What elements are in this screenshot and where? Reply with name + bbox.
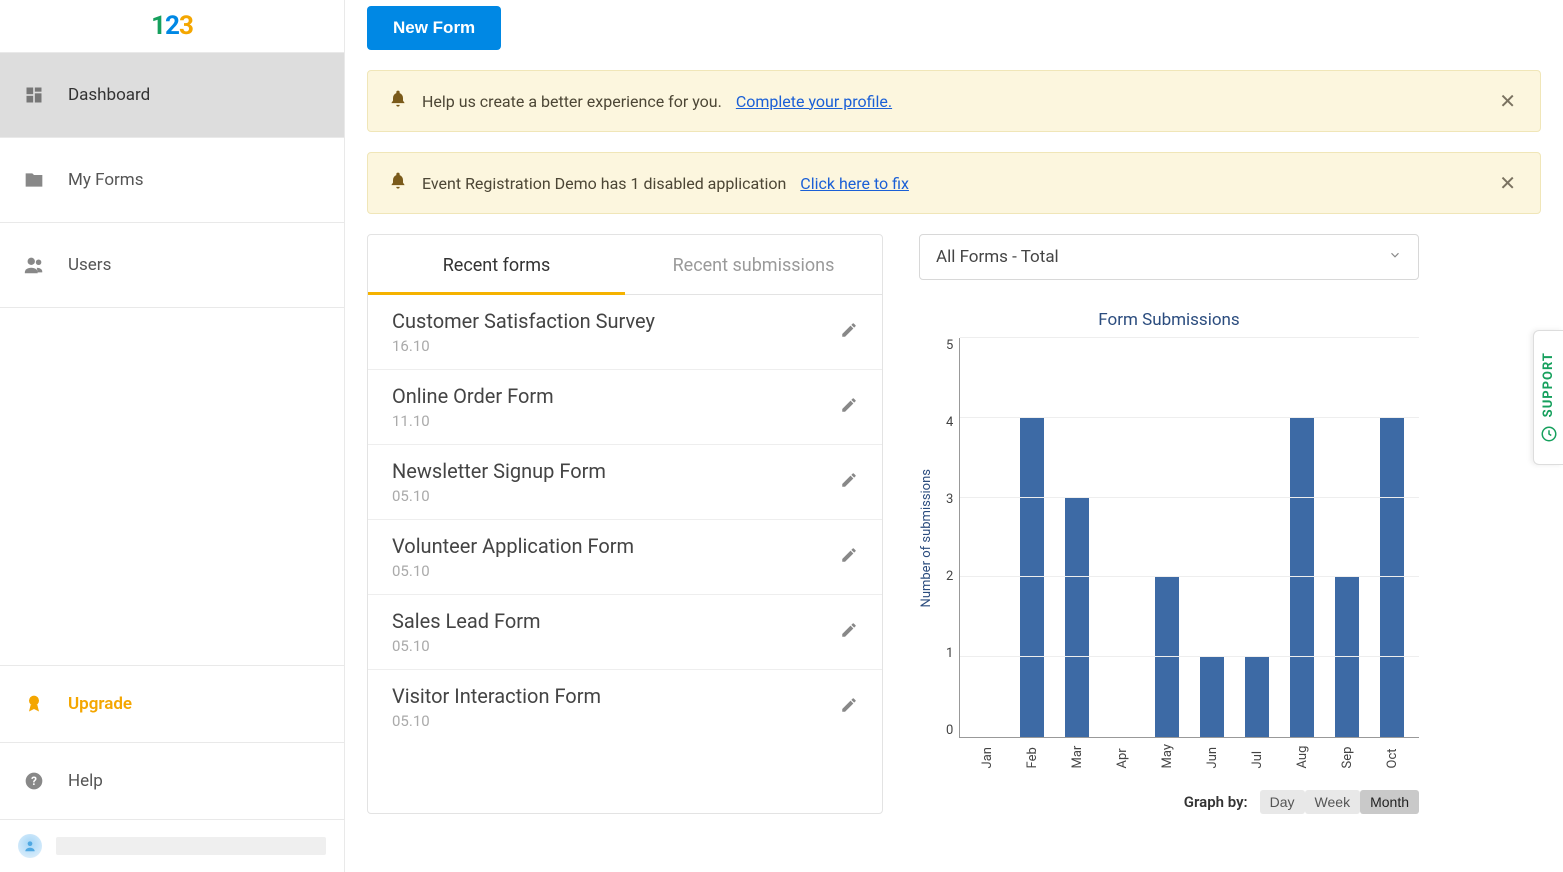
form-row[interactable]: Newsletter Signup Form 05.10: [368, 444, 882, 519]
form-title: Sales Lead Form: [392, 609, 828, 633]
x-tick: Mar: [1070, 744, 1085, 768]
form-title: Volunteer Application Form: [392, 534, 828, 558]
chart-title: Form Submissions: [919, 310, 1419, 330]
sidebar-item-users[interactable]: Users: [0, 223, 344, 308]
x-tick: Oct: [1385, 744, 1400, 768]
banner-text: Event Registration Demo has 1 disabled a…: [422, 174, 786, 193]
form-row[interactable]: Online Order Form 11.10: [368, 369, 882, 444]
forms-filter-dropdown[interactable]: All Forms - Total: [919, 234, 1419, 280]
y-tick: 3: [946, 492, 953, 507]
sidebar-item-label: Dashboard: [68, 85, 150, 105]
graph-by-controls: Graph by: DayWeekMonth: [919, 790, 1419, 814]
pencil-icon[interactable]: [840, 396, 858, 418]
chart-bar: [1065, 498, 1089, 737]
recent-panel: Recent forms Recent submissions Customer…: [367, 234, 883, 814]
close-icon[interactable]: ✕: [1495, 87, 1520, 115]
form-date: 05.10: [392, 562, 828, 580]
chart-panel: All Forms - Total Form Submissions Numbe…: [919, 234, 1419, 814]
dropdown-selected: All Forms - Total: [936, 247, 1059, 267]
sidebar-item-label: Users: [68, 255, 111, 275]
chart-bar: [1200, 657, 1224, 737]
tab-recent-forms[interactable]: Recent forms: [368, 235, 625, 295]
x-tick: Aug: [1295, 744, 1310, 768]
graph-range-month[interactable]: Month: [1360, 790, 1419, 814]
support-tab[interactable]: SUPPORT: [1533, 330, 1563, 465]
pencil-icon[interactable]: [840, 696, 858, 718]
graph-range-day[interactable]: Day: [1260, 790, 1305, 814]
pencil-icon[interactable]: [840, 546, 858, 568]
x-tick: Sep: [1340, 744, 1355, 768]
chart-bar: [1245, 657, 1269, 737]
chart-bar: [1290, 418, 1314, 737]
sidebar-item-label: My Forms: [68, 170, 143, 190]
y-tick: 5: [946, 338, 953, 353]
banner-text: Help us create a better experience for y…: [422, 92, 722, 111]
help-icon: ?: [22, 769, 46, 793]
form-title: Visitor Interaction Form: [392, 684, 828, 708]
chart-bar: [1155, 577, 1179, 737]
x-tick: Apr: [1115, 744, 1130, 768]
support-label: SUPPORT: [1541, 352, 1556, 417]
svg-text:?: ?: [31, 774, 37, 788]
sidebar-item-my-forms[interactable]: My Forms: [0, 138, 344, 223]
folder-icon: [22, 168, 46, 192]
sidebar-item-dashboard[interactable]: Dashboard: [0, 53, 344, 138]
submissions-chart: Number of submissions 5 4 3 2 1 0: [919, 338, 1419, 738]
user-menu[interactable]: [0, 820, 344, 872]
y-tick: 1: [946, 646, 953, 661]
form-title: Online Order Form: [392, 384, 828, 408]
chevron-down-icon: [1388, 247, 1402, 267]
pencil-icon[interactable]: [840, 471, 858, 493]
form-row[interactable]: Visitor Interaction Form 05.10: [368, 669, 882, 744]
bell-icon: [388, 171, 408, 195]
bell-icon: [388, 89, 408, 113]
banner-link-complete-profile[interactable]: Complete your profile.: [736, 92, 892, 111]
x-tick: Jul: [1250, 744, 1265, 768]
users-icon: [22, 253, 46, 277]
logo: 123: [0, 0, 344, 53]
sidebar-item-label: Upgrade: [68, 694, 132, 714]
banner-disabled-application: Event Registration Demo has 1 disabled a…: [367, 152, 1541, 214]
user-name-placeholder: [56, 837, 326, 855]
y-tick: 4: [946, 415, 953, 430]
graph-by-label: Graph by:: [1184, 793, 1248, 811]
dashboard-icon: [22, 83, 46, 107]
y-axis-label: Number of submissions: [919, 469, 934, 607]
form-row[interactable]: Sales Lead Form 05.10: [368, 594, 882, 669]
x-tick: Jan: [980, 744, 995, 768]
chart-bar: [1020, 418, 1044, 737]
form-row[interactable]: Customer Satisfaction Survey 16.10: [368, 295, 882, 369]
form-title: Newsletter Signup Form: [392, 459, 828, 483]
form-title: Customer Satisfaction Survey: [392, 309, 828, 333]
banner-link-fix[interactable]: Click here to fix: [800, 174, 909, 193]
y-tick: 0: [946, 723, 953, 738]
form-row[interactable]: Volunteer Application Form 05.10: [368, 519, 882, 594]
close-icon[interactable]: ✕: [1495, 169, 1520, 197]
y-tick: 2: [946, 569, 953, 584]
form-date: 11.10: [392, 412, 828, 430]
form-date: 16.10: [392, 337, 828, 355]
sidebar-item-label: Help: [68, 771, 103, 791]
form-date: 05.10: [392, 637, 828, 655]
sidebar-item-help[interactable]: ? Help: [0, 743, 344, 820]
form-date: 05.10: [392, 712, 828, 730]
form-date: 05.10: [392, 487, 828, 505]
headset-icon: [1540, 425, 1558, 443]
tab-recent-submissions[interactable]: Recent submissions: [625, 235, 882, 295]
avatar-icon: [18, 834, 42, 858]
sidebar: 123 Dashboard My Forms Users: [0, 0, 345, 872]
chart-bar: [1380, 418, 1404, 737]
pencil-icon[interactable]: [840, 621, 858, 643]
x-tick: Jun: [1205, 744, 1220, 768]
banner-complete-profile: Help us create a better experience for y…: [367, 70, 1541, 132]
badge-icon: [22, 692, 46, 716]
x-tick: Feb: [1025, 744, 1040, 768]
x-tick: May: [1160, 744, 1175, 768]
pencil-icon[interactable]: [840, 321, 858, 343]
graph-range-week[interactable]: Week: [1305, 790, 1361, 814]
sidebar-item-upgrade[interactable]: Upgrade: [0, 665, 344, 743]
chart-bar: [1335, 577, 1359, 737]
main: New Form Help us create a better experie…: [345, 0, 1563, 872]
new-form-button[interactable]: New Form: [367, 6, 501, 50]
